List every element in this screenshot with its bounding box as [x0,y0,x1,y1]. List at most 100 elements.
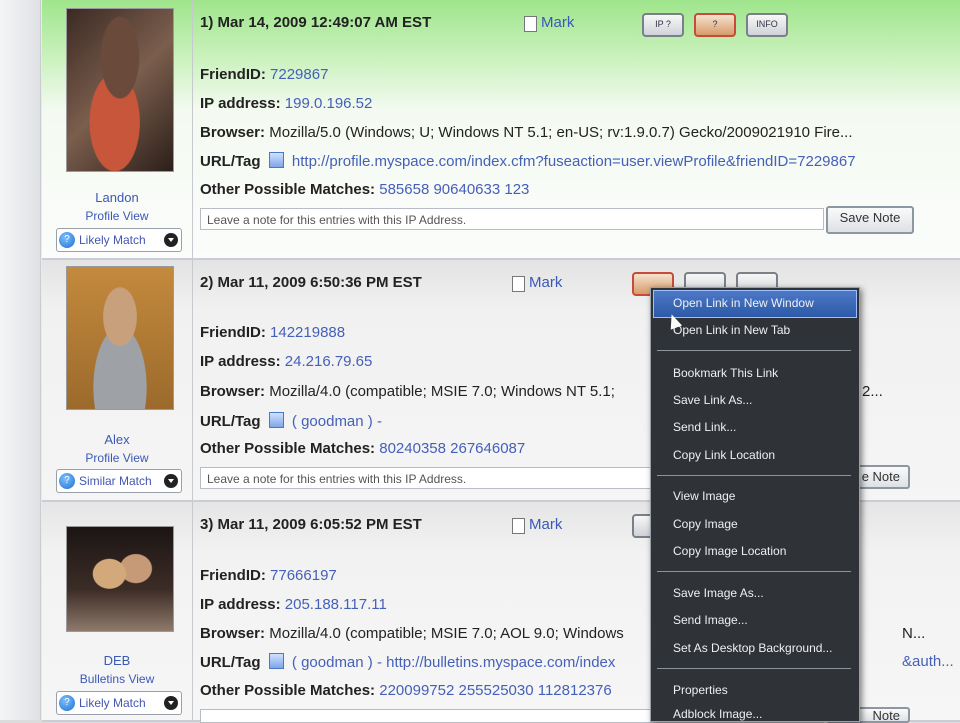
friendid-value[interactable]: 77666197 [270,567,337,584]
user-photo[interactable] [66,266,174,410]
match-label: Likely Match [79,233,146,247]
dropdown-arrow-icon[interactable] [164,696,178,710]
matches-row: Other Possible Matches: 585658 90640633 … [200,181,529,198]
browser-row: Browser: Mozilla/5.0 (Windows; U; Window… [200,124,853,141]
browser-row: Browser: Mozilla/4.0 (compatible; MSIE 7… [200,383,615,400]
dropdown-arrow-icon[interactable] [164,474,178,488]
friendid-row: FriendID: 142219888 [200,324,345,341]
url-tag-link[interactable]: ( goodman ) [292,654,373,671]
ip-value[interactable]: 24.216.79.65 [285,353,373,370]
tag-icon[interactable] [268,653,284,669]
browser-tail: N... [902,625,925,642]
mark-label[interactable]: Mark [529,274,562,291]
mark-checkbox[interactable] [512,276,525,292]
url-row: URL/Tag http://profile.myspace.com/index… [200,152,856,170]
ip-lookup-button[interactable]: IP ? [642,13,684,37]
matches-value[interactable]: 220099752 255525030 112812376 [379,682,611,699]
matches-row: Other Possible Matches: 80240358 2676460… [200,440,525,457]
friendid-label: FriendID: [200,66,266,83]
menu-open-new-tab[interactable]: Open Link in New Tab [673,323,790,337]
tag-icon[interactable] [268,152,284,168]
match-select[interactable]: ? Likely Match [56,691,182,715]
ip-value[interactable]: 205.188.117.11 [285,596,387,613]
app-frame: Landon Profile View ? Likely Match 1) Ma… [0,0,960,723]
entry-title: 1) Mar 14, 2009 12:49:07 AM EST [200,14,432,31]
help-icon[interactable]: ? [59,695,75,711]
menu-open-new-window[interactable]: Open Link in New Window [673,296,814,310]
ip-label: IP address: [200,95,281,112]
url-label: URL/Tag [200,413,261,430]
menu-bookmark-link[interactable]: Bookmark This Link [673,366,778,380]
left-sidebar-strip [0,0,41,720]
url-link[interactable]: http://profile.myspace.com/index.cfm?fus… [292,153,856,170]
user-name-link[interactable]: DEB [42,653,192,668]
view-type-link[interactable]: Profile View [42,451,192,465]
url-suffix[interactable]: - http://bulletins.myspace.com/index [377,654,615,671]
mark-checkbox[interactable] [512,518,525,534]
menu-set-desktop-background[interactable]: Set As Desktop Background... [673,641,832,655]
menu-properties[interactable]: Properties [673,683,728,697]
browser-value: Mozilla/5.0 (Windows; U; Windows NT 5.1;… [269,124,853,141]
url-value-tail[interactable]: &auth... [902,653,954,670]
menu-save-link[interactable]: Save Link As... [673,393,752,407]
url-suffix: - [376,413,382,430]
dropdown-arrow-icon[interactable] [164,233,178,247]
view-type-link[interactable]: Bulletins View [42,672,192,686]
url-row: URL/Tag ( goodman ) - http://bulletins.m… [200,653,615,671]
browser-value-tail: 2... [862,383,883,400]
entry-title: 3) Mar 11, 2009 6:05:52 PM EST [200,516,422,533]
view-type-link[interactable]: Profile View [42,209,192,223]
match-select[interactable]: ? Similar Match [56,469,182,493]
friendid-value[interactable]: 142219888 [270,324,345,341]
user-photo[interactable] [66,8,174,172]
help-icon[interactable]: ? [59,473,75,489]
url-tail: &auth... [902,653,954,670]
mark-checkbox[interactable] [524,16,537,32]
browser-label: Browser: [200,383,266,400]
menu-view-image[interactable]: View Image [673,489,735,503]
user-column: Alex Profile View ? Similar Match [42,260,193,500]
matches-label: Other Possible Matches: [200,181,376,198]
menu-separator [657,571,851,572]
tag-icon[interactable] [268,412,284,428]
save-note-button[interactable]: Save Note [826,206,914,234]
browser-tail: 2... [862,383,883,400]
user-name-link[interactable]: Landon [42,190,192,205]
menu-copy-image[interactable]: Copy Image [673,517,738,531]
menu-send-image[interactable]: Send Image... [673,613,748,627]
help-icon[interactable]: ? [59,232,75,248]
url-label: URL/Tag [200,153,261,170]
user-photo[interactable] [66,526,174,632]
info-button[interactable]: INFO [746,13,788,37]
browser-label: Browser: [200,625,266,642]
friendid-value[interactable]: 7229867 [270,66,328,83]
user-column: Landon Profile View ? Likely Match [42,0,193,258]
friendid-row: FriendID: 7229867 [200,66,328,83]
ip-row: IP address: 199.0.196.52 [200,95,372,112]
menu-adblock-image[interactable]: Adblock Image... [673,707,762,721]
menu-copy-image-location[interactable]: Copy Image Location [673,544,786,558]
mark-label[interactable]: Mark [529,516,562,533]
url-tag-link[interactable]: ( goodman ) [292,413,373,430]
menu-separator [657,350,851,351]
note-input[interactable]: Leave a note for this entries with this … [200,208,824,230]
matches-value[interactable]: 80240358 267646087 [379,440,525,457]
user-name-link[interactable]: Alex [42,432,192,447]
flag-button[interactable]: ? [694,13,736,37]
menu-send-link[interactable]: Send Link... [673,420,736,434]
user-column: DEB Bulletins View ? Likely Match [42,502,193,720]
browser-row: Browser: Mozilla/4.0 (compatible; MSIE 7… [200,625,624,642]
mark-label[interactable]: Mark [541,14,574,31]
ip-value[interactable]: 199.0.196.52 [285,95,373,112]
ip-row: IP address: 24.216.79.65 [200,353,372,370]
match-select[interactable]: ? Likely Match [56,228,182,252]
match-label: Likely Match [79,696,146,710]
matches-label: Other Possible Matches: [200,682,376,699]
matches-value[interactable]: 585658 90640633 123 [379,181,529,198]
browser-value: Mozilla/4.0 (compatible; MSIE 7.0; Windo… [269,383,615,400]
menu-save-image[interactable]: Save Image As... [673,586,764,600]
friendid-label: FriendID: [200,324,266,341]
menu-copy-link[interactable]: Copy Link Location [673,448,775,462]
browser-label: Browser: [200,124,266,141]
friendid-row: FriendID: 77666197 [200,567,337,584]
